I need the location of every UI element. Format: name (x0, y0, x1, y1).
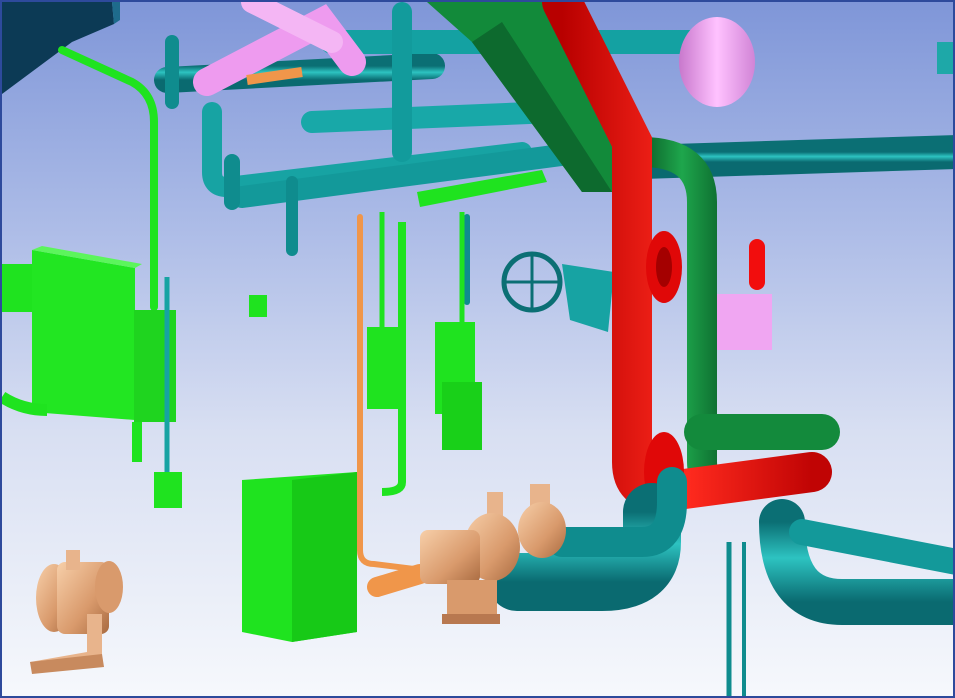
piping-plant-scene[interactable] (2, 2, 953, 696)
motor-pump-bottom-left[interactable] (30, 550, 123, 674)
green-equipment-left[interactable] (2, 246, 267, 508)
3d-model-viewport[interactable] (0, 0, 955, 698)
equipment-block-top-right[interactable] (937, 42, 953, 74)
valve-handwheel-icon[interactable] (501, 251, 614, 332)
green-cabinet-bottom[interactable] (242, 472, 357, 642)
